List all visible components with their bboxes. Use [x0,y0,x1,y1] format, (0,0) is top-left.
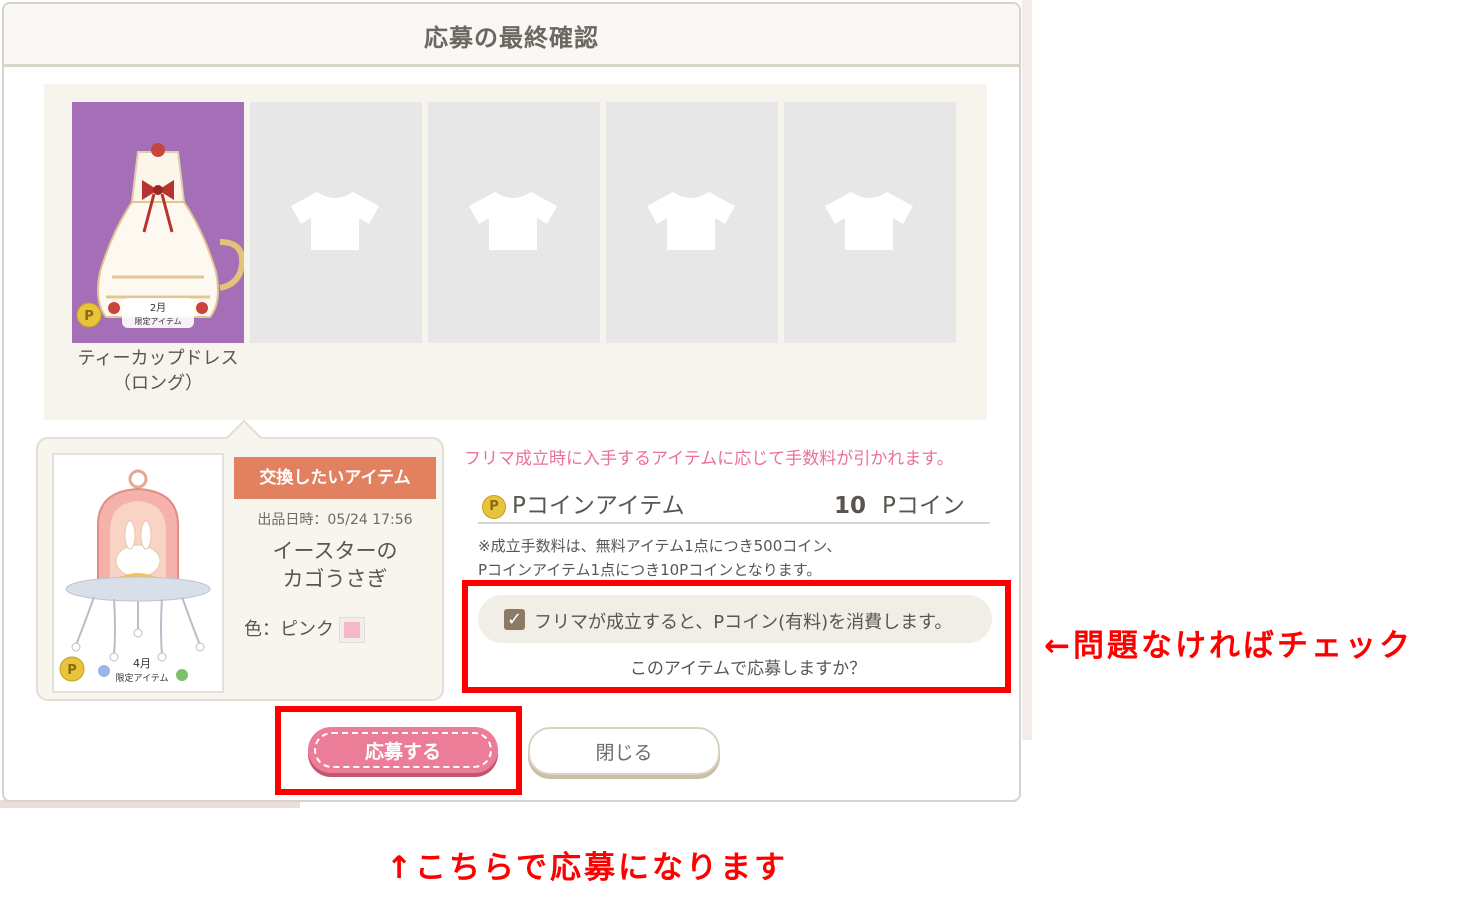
item-slot-empty[interactable] [428,102,600,343]
item-name-line2: （ロング） [113,373,203,394]
annotation-check-note: ←問題なければチェック [1044,628,1413,664]
bunny-cage-image: 4月 限定アイテム P [59,469,211,684]
item-name-line1: ティーカップドレス [77,348,239,369]
tshirt-placeholder-icon [647,192,735,250]
offered-item-name: ティーカップドレス （ロング） [64,346,252,396]
slot-badge-month: 2月 [150,302,166,314]
dialog-titlebar: 応募の最終確認 [4,4,1019,67]
tshirt-placeholder-icon [825,192,913,250]
fee-detail-line1: ※成立手数料は、無料アイテム1点につき500コイン、 [478,537,842,555]
listed-date: 出品日時：05/24 17:56 [257,512,413,528]
color-swatch [340,618,364,642]
wanted-item-card: 4月 限定アイテム P 交換したいアイテム 出品日時：05/24 17:56 イ… [36,419,444,701]
p-coin-icon: P [482,494,506,519]
annotation-apply-note: ↑こちらで応募になります [386,850,789,886]
item-color-label: 色：ピンク [244,619,334,640]
p-item-label: Pコインアイテム [512,493,685,519]
fee-detail: ※成立手数料は、無料アイテム1点につき500コイン、 Pコインアイテム1点につき… [478,534,841,582]
card-pointer [225,419,263,457]
teacup-dress-image: 2月 限定アイテム P [76,143,246,328]
slot-badge-limited: 限定アイテム [134,316,181,326]
wanted-item-name-line1: イースターの [272,539,398,563]
p-coin-item-row: P Pコインアイテム [482,486,685,520]
item-slot-selected[interactable]: 2月 限定アイテム P [72,102,246,343]
item-color: 色：ピンク [244,615,364,642]
wanted-item-name: イースターの カゴうさぎ [234,537,436,593]
item-slot-empty[interactable] [606,102,778,343]
p-coin-badge: P [84,309,94,324]
wanted-item-tag: 交換したいアイテム [234,457,436,499]
tshirt-placeholder-icon [291,192,379,250]
close-button[interactable]: 閉じる [528,727,720,775]
p-fee-value: 10 [834,493,867,519]
wanted-item-name-line2: カゴうさぎ [282,567,388,591]
highlight-apply-button [275,706,522,795]
dialog-title: 応募の最終確認 [424,24,599,52]
p-coin-badge: P [67,663,77,678]
fee-detail-line2: Pコインアイテム1点につき10Pコインとなります。 [478,561,822,579]
close-button-label: 閉じる [595,742,653,764]
card-badge-limited: 限定アイテム [115,672,168,684]
item-slot-empty[interactable] [784,102,956,343]
wanted-item-thumbnail: 4月 限定アイテム P [52,453,224,693]
p-fee-unit: Pコイン [882,493,965,519]
item-slot-empty[interactable] [250,102,422,343]
background-page-edge [1022,0,1032,740]
fee-note: フリマ成立時に入手するアイテムに応じて手数料が引かれます。 [464,449,954,469]
tshirt-placeholder-icon [469,192,557,250]
offered-items-grid: 2月 限定アイテム P ティーカップドレス （ロング） [44,84,987,420]
card-badge-month: 4月 [133,657,151,670]
p-fee-amount: 10 Pコイン [834,486,965,520]
highlight-checkbox-area [462,580,1011,693]
divider [478,522,990,524]
